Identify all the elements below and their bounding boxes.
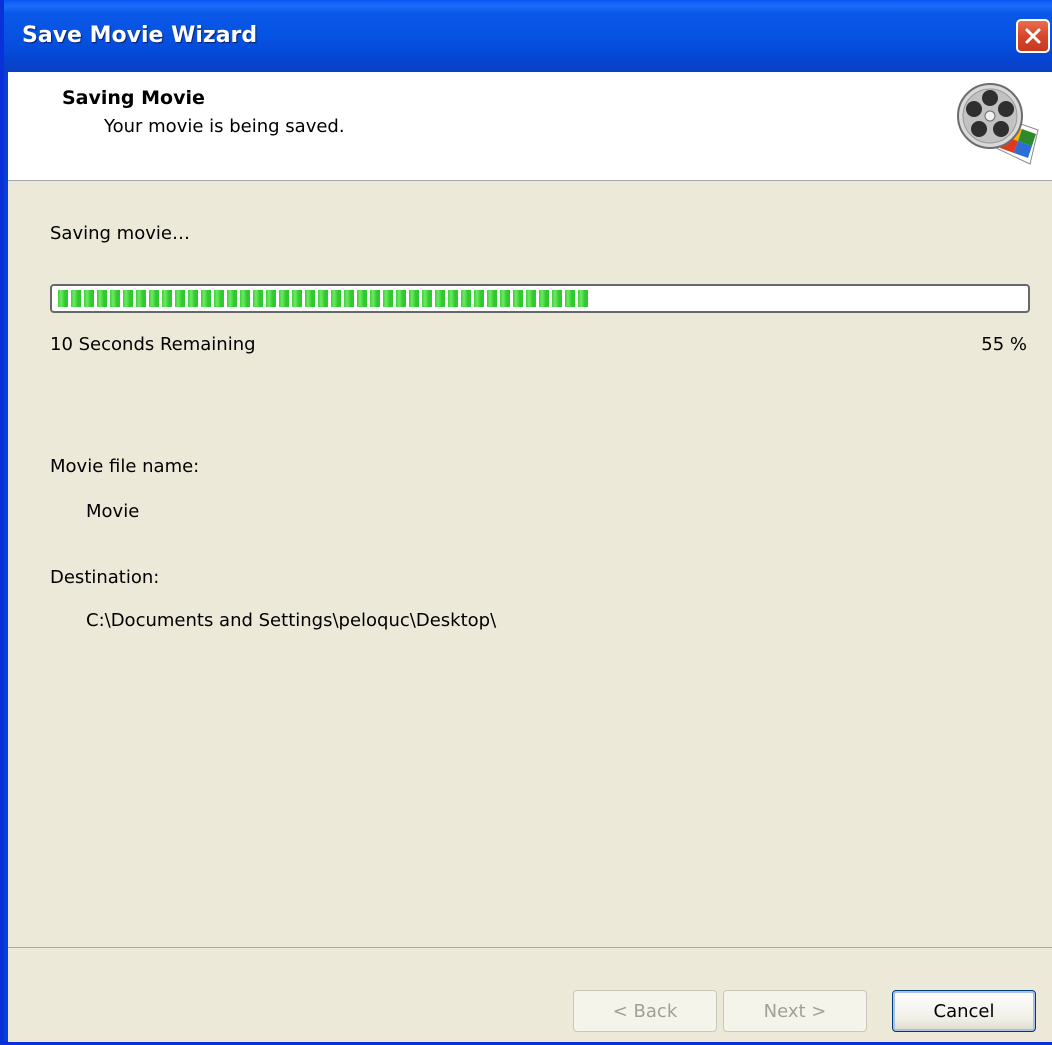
destination-label: Destination: [50, 567, 160, 588]
movie-file-name-label: Movie file name: [50, 456, 200, 477]
percent-complete-label: 55 % [981, 334, 1027, 355]
wizard-header: Saving Movie Your movie is being saved. [8, 72, 1052, 181]
movie-maker-film-reel-icon [957, 83, 1039, 165]
save-progress-bar [50, 284, 1030, 313]
progress-status-label: Saving movie… [50, 223, 190, 244]
wizard-footer: < Back Next > Cancel [8, 947, 1052, 1042]
next-button[interactable]: Next > [723, 990, 867, 1032]
progress-bar-fill [58, 290, 588, 307]
back-button[interactable]: < Back [573, 990, 717, 1032]
title-bar[interactable]: Save Movie Wizard [4, 0, 1052, 72]
page-title: Saving Movie [62, 87, 205, 109]
cancel-button[interactable]: Cancel [892, 990, 1036, 1032]
time-remaining-label: 10 Seconds Remaining [50, 334, 256, 355]
destination-value: C:\Documents and Settings\peloquc\Deskto… [86, 610, 497, 631]
page-subtitle: Your movie is being saved. [104, 116, 345, 137]
close-icon [1025, 28, 1041, 44]
movie-file-name-value: Movie [86, 501, 140, 522]
window-title: Save Movie Wizard [22, 23, 258, 48]
wizard-content: Saving movie… 10 Seconds Remaining 55 % … [8, 181, 1052, 947]
wizard-window: Save Movie Wizard Saving Movie Your movi… [0, 0, 1052, 1045]
close-button[interactable] [1016, 19, 1050, 53]
